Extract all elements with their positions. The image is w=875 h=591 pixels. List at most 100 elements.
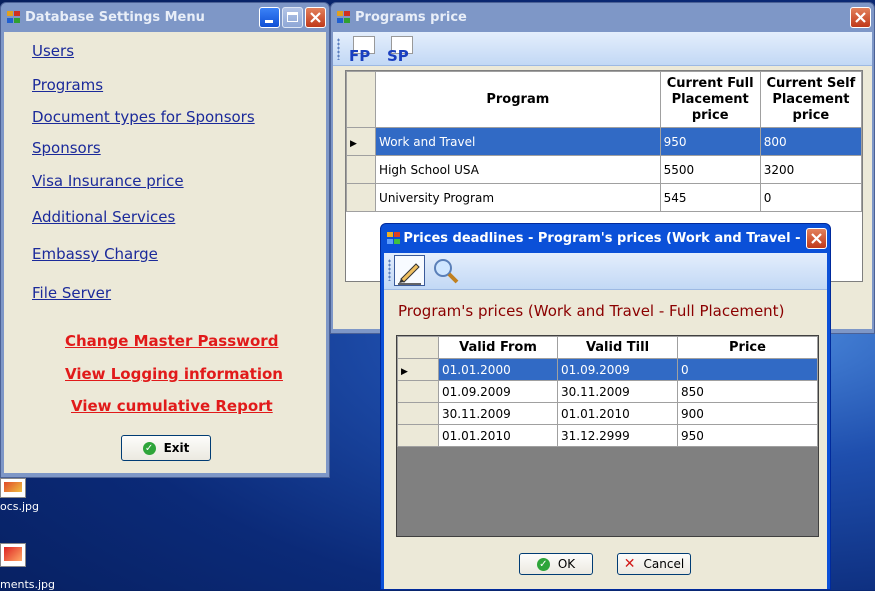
programs-window-title: Programs price <box>355 10 467 25</box>
desktop-icon-ocs[interactable]: ocs.jpg <box>0 478 40 518</box>
column-header-price[interactable]: Price <box>677 336 818 359</box>
link-document-types[interactable]: Document types for Sponsors <box>32 108 255 126</box>
price-cell[interactable]: 850 <box>677 380 818 403</box>
desktop-icon-ments[interactable]: ments.jpg <box>0 543 55 591</box>
table-row[interactable]: University Program 545 0 <box>345 183 863 212</box>
close-icon[interactable] <box>850 7 871 28</box>
sp-label: SP <box>387 47 409 65</box>
link-view-logging[interactable]: View Logging information <box>65 365 283 383</box>
valid-from-cell[interactable]: 30.11.2009 <box>438 402 558 425</box>
row-header-corner <box>345 71 377 128</box>
link-file-server[interactable]: File Server <box>32 284 111 302</box>
ok-label: OK <box>557 557 576 571</box>
link-change-master-password[interactable]: Change Master Password <box>65 332 278 350</box>
search-magnifier-icon <box>434 259 459 284</box>
link-visa-insurance[interactable]: Visa Insurance price <box>32 172 184 190</box>
dialog-titlebar[interactable]: Prices deadlines - Program's prices (Wor… <box>381 224 830 253</box>
row-selector[interactable] <box>397 424 439 447</box>
full-price-cell[interactable]: 5500 <box>659 155 761 184</box>
link-programs[interactable]: Programs <box>32 76 103 94</box>
ok-check-icon: ✓ <box>142 441 156 455</box>
valid-till-cell[interactable]: 01.01.2010 <box>557 402 678 425</box>
ok-button[interactable]: ✓ OK <box>519 553 593 575</box>
full-price-cell[interactable]: 545 <box>659 183 761 212</box>
programs-table: Program Current Full Placement price Cur… <box>345 71 863 212</box>
sp-button[interactable]: SP <box>385 35 417 65</box>
settings-titlebar[interactable]: Database Settings Menu <box>1 3 329 32</box>
app-window-icon <box>337 11 351 24</box>
self-price-cell[interactable]: 800 <box>759 127 863 156</box>
link-additional-services[interactable]: Additional Services <box>32 208 175 226</box>
exit-button[interactable]: ✓ Exit <box>121 435 211 461</box>
column-header-valid-till[interactable]: Valid Till <box>557 336 678 359</box>
maximize-icon <box>282 7 303 28</box>
full-price-cell[interactable]: 950 <box>659 127 761 156</box>
valid-from-cell[interactable]: 01.01.2000 <box>438 358 558 381</box>
programs-toolbar: FP SP <box>333 32 872 66</box>
image-file-icon <box>0 478 26 498</box>
column-header-full-price[interactable]: Current Full Placement price <box>659 71 761 128</box>
row-selector[interactable] <box>397 402 439 425</box>
table-row[interactable]: 01.09.2009 30.11.2009 850 <box>397 380 818 403</box>
program-cell[interactable]: Work and Travel <box>375 127 661 156</box>
program-cell[interactable]: High School USA <box>375 155 661 184</box>
price-cell[interactable]: 900 <box>677 402 818 425</box>
toolbar-grip[interactable] <box>337 38 340 60</box>
link-users[interactable]: Users <box>32 42 74 60</box>
row-selector[interactable] <box>345 183 377 212</box>
search-button[interactable] <box>430 255 461 286</box>
dialog-title: Prices deadlines - Program's prices (Wor… <box>403 231 804 246</box>
cancel-button[interactable]: ✕ Cancel <box>617 553 691 575</box>
deadlines-table: Valid From Valid Till Price ▶ 01.01.2000… <box>397 336 818 447</box>
app-window-icon <box>7 11 21 24</box>
current-row-arrow-icon: ▶ <box>401 366 408 377</box>
app-window-icon <box>387 232 400 245</box>
price-cell[interactable]: 950 <box>677 424 818 447</box>
table-row[interactable]: High School USA 5500 3200 <box>345 155 863 184</box>
valid-till-cell[interactable]: 31.12.2999 <box>557 424 678 447</box>
link-view-cumulative-report[interactable]: View cumulative Report <box>71 397 273 415</box>
price-cell[interactable]: 0 <box>677 358 818 381</box>
valid-from-cell[interactable]: 01.09.2009 <box>438 380 558 403</box>
column-header-self-price[interactable]: Current Self Placement price <box>759 71 863 128</box>
program-cell[interactable]: University Program <box>375 183 661 212</box>
desktop-icon-label: ments.jpg <box>0 578 56 591</box>
current-row-arrow-icon: ▶ <box>350 138 357 149</box>
settings-window-title: Database Settings Menu <box>25 10 205 25</box>
fp-button[interactable]: FP <box>347 35 379 65</box>
desktop-icon-label: ocs.jpg <box>0 500 40 513</box>
row-selector[interactable] <box>345 155 377 184</box>
prices-deadlines-dialog: Prices deadlines - Program's prices (Wor… <box>380 223 831 590</box>
link-sponsors[interactable]: Sponsors <box>32 139 101 157</box>
row-selector[interactable]: ▶ <box>345 127 377 156</box>
close-icon[interactable] <box>806 228 827 249</box>
toolbar-grip[interactable] <box>388 259 391 281</box>
table-row[interactable]: 30.11.2009 01.01.2010 900 <box>397 402 818 425</box>
ok-check-icon: ✓ <box>536 557 550 571</box>
valid-till-cell[interactable]: 01.09.2009 <box>557 358 678 381</box>
minimize-icon[interactable] <box>259 7 280 28</box>
programs-titlebar[interactable]: Programs price <box>331 3 874 32</box>
cancel-x-icon: ✕ <box>623 556 636 572</box>
deadlines-grid[interactable]: Valid From Valid Till Price ▶ 01.01.2000… <box>396 335 819 537</box>
column-header-program[interactable]: Program <box>375 71 661 128</box>
edit-pencil-icon <box>398 263 421 285</box>
valid-from-cell[interactable]: 01.01.2010 <box>438 424 558 447</box>
settings-window: Database Settings Menu Users Programs Do… <box>0 2 330 478</box>
self-price-cell[interactable]: 3200 <box>759 155 863 184</box>
self-price-cell[interactable]: 0 <box>759 183 863 212</box>
row-selector[interactable] <box>397 380 439 403</box>
dialog-toolbar <box>384 253 827 290</box>
table-row[interactable]: ▶ Work and Travel 950 800 <box>345 127 863 156</box>
edit-button[interactable] <box>394 255 425 286</box>
column-header-valid-from[interactable]: Valid From <box>438 336 558 359</box>
settings-client: Users Programs Document types for Sponso… <box>4 32 326 473</box>
row-selector[interactable]: ▶ <box>397 358 439 381</box>
dialog-client: Program's prices (Work and Travel - Full… <box>384 253 827 589</box>
table-row[interactable]: ▶ 01.01.2000 01.09.2009 0 <box>397 358 818 381</box>
dialog-heading: Program's prices (Work and Travel - Full… <box>398 302 785 320</box>
valid-till-cell[interactable]: 30.11.2009 <box>557 380 678 403</box>
close-icon[interactable] <box>305 7 326 28</box>
link-embassy-charge[interactable]: Embassy Charge <box>32 245 158 263</box>
table-row[interactable]: 01.01.2010 31.12.2999 950 <box>397 424 818 447</box>
